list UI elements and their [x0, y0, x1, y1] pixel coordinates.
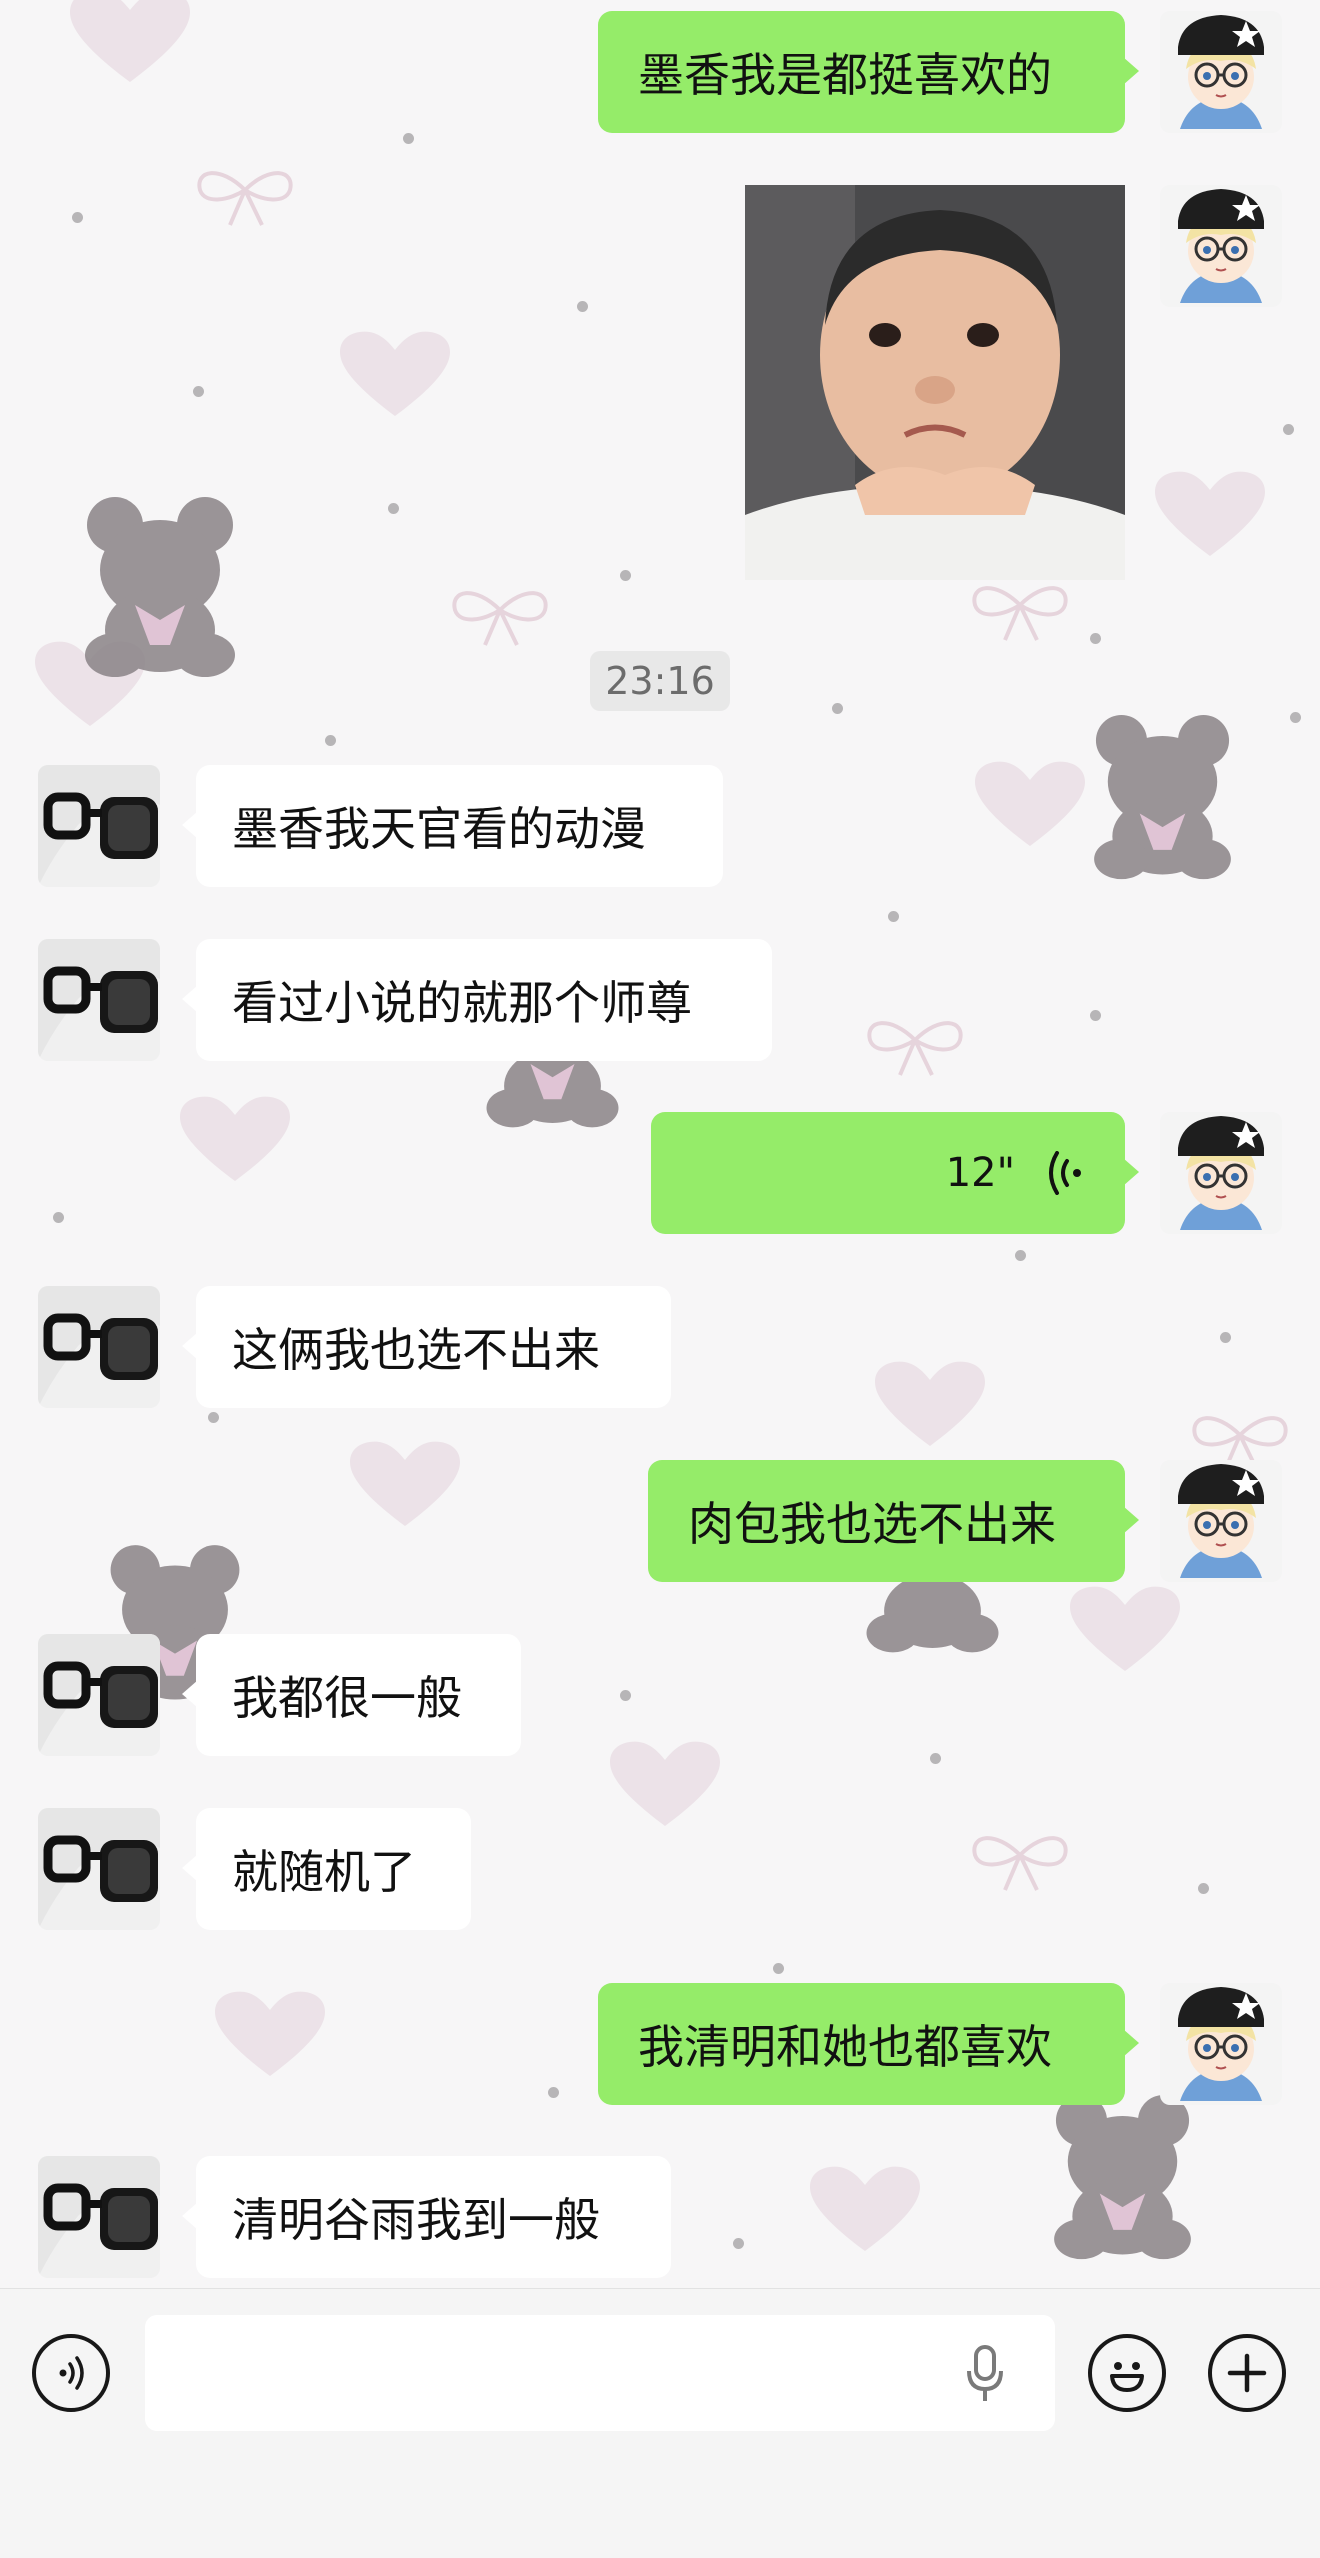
message-text: 这俩我也选不出来 — [232, 1323, 600, 1377]
avatar-self-icon — [1160, 1460, 1282, 1582]
chat-area[interactable]: 墨香我是都挺喜欢的 23:16 墨香我天官看的动漫 看过小说的就那个师尊 12"… — [0, 0, 1320, 2288]
message-bubble-outgoing[interactable]: 我清明和她也都喜欢 — [598, 1983, 1139, 2105]
baby-photo-image — [745, 185, 1125, 580]
message-text: 就随机了 — [232, 1845, 416, 1899]
avatar-self-icon — [1160, 1112, 1282, 1234]
avatar-contact-glasses-icon — [38, 1634, 160, 1756]
message-bubble-outgoing[interactable]: 肉包我也选不出来 — [648, 1460, 1139, 1582]
heart-decoration — [350, 1441, 460, 1526]
heart-decoration — [1070, 1586, 1180, 1671]
heart-decoration — [215, 1991, 325, 2076]
voice-mode-button[interactable] — [32, 2334, 110, 2412]
emoji-icon — [1110, 2362, 1144, 2392]
avatar-contact[interactable] — [38, 1634, 160, 1756]
avatar-self-icon — [1160, 11, 1282, 133]
message-text: 墨香我是都挺喜欢的 — [638, 48, 1052, 102]
avatar-contact-glasses-icon — [38, 939, 160, 1061]
avatar-self[interactable] — [1160, 185, 1282, 307]
bow-decoration — [972, 586, 1068, 641]
message-text: 清明谷雨我到一般 — [232, 2193, 600, 2247]
message-text: 墨香我天官看的动漫 — [232, 802, 646, 856]
bear-plush-decoration — [1054, 2094, 1191, 2260]
bow-decoration — [452, 591, 548, 646]
bow-decoration — [867, 1021, 963, 1076]
message-bubble-incoming[interactable]: 我都很一般 — [182, 1634, 521, 1756]
avatar-self[interactable] — [1160, 1460, 1282, 1582]
voice-duration: 12" — [945, 1150, 1015, 1196]
heart-decoration — [975, 761, 1085, 846]
heart-decoration — [180, 1096, 290, 1181]
heart-decoration — [1155, 471, 1265, 556]
bear-plush-decoration — [1094, 714, 1231, 880]
bow-decoration — [972, 1836, 1068, 1891]
message-input[interactable] — [145, 2315, 1055, 2431]
avatar-self-icon — [1160, 1983, 1282, 2105]
bear-plush-decoration — [85, 497, 235, 677]
message-bubble-incoming[interactable]: 墨香我天官看的动漫 — [182, 765, 723, 887]
avatar-contact[interactable] — [38, 939, 160, 1061]
emoji-button[interactable] — [1088, 2334, 1166, 2412]
avatar-self[interactable] — [1160, 1112, 1282, 1234]
heart-decoration — [340, 331, 450, 416]
timestamp-badge: 23:16 — [590, 651, 730, 711]
avatar-contact-glasses-icon — [38, 1286, 160, 1408]
message-text: 肉包我也选不出来 — [688, 1497, 1056, 1551]
heart-decoration — [875, 1361, 985, 1446]
timestamp-text: 23:16 — [605, 659, 715, 703]
avatar-self[interactable] — [1160, 11, 1282, 133]
message-bubble-outgoing[interactable]: 墨香我是都挺喜欢的 — [598, 11, 1139, 133]
bow-decoration — [197, 171, 293, 226]
voice-mode-icon — [59, 2356, 84, 2390]
avatar-contact[interactable] — [38, 2156, 160, 2278]
image-message-baby-photo[interactable] — [745, 185, 1125, 580]
message-text: 我清明和她也都喜欢 — [638, 2020, 1052, 2074]
avatar-self[interactable] — [1160, 1983, 1282, 2105]
message-bubble-incoming[interactable]: 这俩我也选不出来 — [182, 1286, 671, 1408]
heart-decoration — [35, 641, 145, 726]
heart-decoration — [810, 2166, 920, 2251]
avatar-contact[interactable] — [38, 1286, 160, 1408]
message-text: 看过小说的就那个师尊 — [232, 976, 692, 1030]
heart-decoration — [70, 0, 190, 82]
message-bubble-incoming[interactable]: 清明谷雨我到一般 — [182, 2156, 671, 2278]
avatar-contact[interactable] — [38, 765, 160, 887]
message-bubble-incoming[interactable]: 看过小说的就那个师尊 — [182, 939, 772, 1061]
input-bar — [0, 2288, 1320, 2558]
avatar-contact-glasses-icon — [38, 1808, 160, 1930]
voice-wave-icon — [1049, 1151, 1081, 1195]
microphone-icon[interactable] — [965, 2345, 1005, 2403]
voice-message-bubble[interactable]: 12" — [651, 1112, 1139, 1234]
message-bubble-incoming[interactable]: 就随机了 — [182, 1808, 471, 1930]
message-text: 我都很一般 — [232, 1671, 462, 1725]
avatar-contact-glasses-icon — [38, 2156, 160, 2278]
more-button[interactable] — [1208, 2334, 1286, 2412]
heart-decoration — [610, 1741, 720, 1826]
avatar-self-icon — [1160, 185, 1282, 307]
avatar-contact-glasses-icon — [38, 765, 160, 887]
plus-icon — [1227, 2353, 1267, 2393]
avatar-contact[interactable] — [38, 1808, 160, 1930]
